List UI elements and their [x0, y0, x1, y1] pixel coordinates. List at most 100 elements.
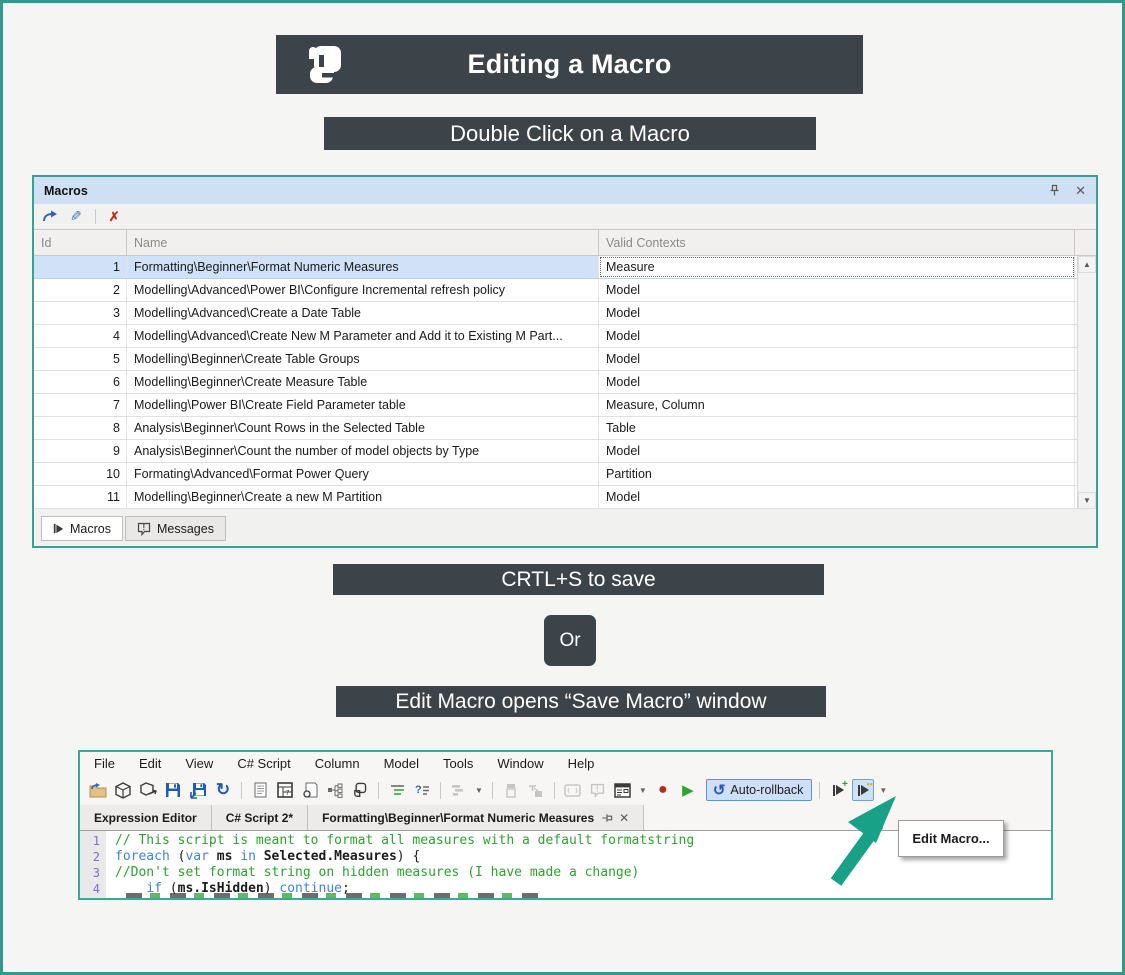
menu-item[interactable]: Window	[485, 752, 555, 775]
cell-valid-contexts: Model	[599, 279, 1075, 301]
deploy-icon[interactable]	[137, 779, 159, 801]
cell-id: 7	[34, 394, 127, 416]
table-row[interactable]: 10 Formating\Advanced\Format Power Query…	[34, 463, 1096, 486]
table-row[interactable]: 2 Modelling\Advanced\Power BI\Configure …	[34, 279, 1096, 302]
cell-name: Analysis\Beginner\Count Rows in the Sele…	[127, 417, 599, 439]
macros-panel-title: Macros	[44, 184, 88, 198]
run-macro-icon[interactable]	[42, 210, 58, 224]
save-icon[interactable]	[162, 779, 184, 801]
macro-play-icon	[54, 524, 63, 533]
table-row[interactable]: 8 Analysis\Beginner\Count Rows in the Se…	[34, 417, 1096, 440]
menu-bar: FileEditViewC# ScriptColumnModelToolsWin…	[80, 752, 1051, 775]
or-badge: Or	[544, 615, 596, 666]
table-row[interactable]: 11 Modelling\Beginner\Create a new M Par…	[34, 486, 1096, 509]
column-header-id[interactable]: Id	[34, 230, 127, 255]
auto-rollback-button[interactable]: ↺ Auto-rollback	[706, 779, 813, 801]
ctrl-s-banner: CRTL+S to save	[333, 564, 824, 595]
cell-id: 11	[34, 486, 127, 508]
cell-id: 3	[34, 302, 127, 324]
watch-window-icon[interactable]	[562, 779, 584, 801]
refresh-icon[interactable]: ↻	[212, 779, 234, 801]
filter-icon[interactable]	[525, 779, 547, 801]
table-row[interactable]: 7 Modelling\Power BI\Create Field Parame…	[34, 394, 1096, 417]
scroll-down-icon[interactable]: ▼	[1078, 492, 1096, 509]
tab-pin-icon[interactable]	[601, 812, 613, 824]
line-number: 1	[80, 833, 106, 849]
save-to-folder-icon[interactable]	[187, 779, 209, 801]
cell-id: 8	[34, 417, 127, 439]
data-grid-icon[interactable]: 7	[274, 779, 296, 801]
translation-icon[interactable]	[500, 779, 522, 801]
close-icon[interactable]: ✕	[1075, 183, 1086, 199]
vertical-scrollbar[interactable]: ▲ ▼	[1077, 256, 1096, 509]
tab-macros[interactable]: Macros	[41, 516, 123, 541]
perspective-icon[interactable]	[448, 779, 470, 801]
cell-id: 2	[34, 279, 127, 301]
edit-macro-banner: Edit Macro opens “Save Macro” window	[336, 686, 826, 717]
play-icon[interactable]: ▶	[677, 779, 699, 801]
line-number: 4	[80, 881, 106, 897]
tabular-editor-window: FileEditViewC# ScriptColumnModelToolsWin…	[78, 750, 1053, 900]
cell-id: 6	[34, 371, 127, 393]
open-file-icon[interactable]	[87, 779, 109, 801]
scroll-up-icon[interactable]: ▲	[1078, 256, 1096, 273]
title-banner: Editing a Macro	[276, 35, 863, 94]
cell-name: Modelling\Advanced\Create a Date Table	[127, 302, 599, 324]
menu-item[interactable]: Tools	[431, 752, 485, 775]
cell-valid-contexts: Partition	[599, 463, 1075, 485]
menu-item[interactable]: View	[173, 752, 225, 775]
cell-valid-contexts: Model	[599, 371, 1075, 393]
tab-csharp-script[interactable]: C# Script 2*	[212, 805, 308, 830]
column-header-valid-contexts[interactable]: Valid Contexts	[599, 230, 1075, 255]
macros-toolbar: ✎ ✗	[34, 204, 1096, 229]
svg-text:?: ?	[415, 784, 422, 796]
tab-messages[interactable]: ! Messages	[125, 516, 226, 541]
menu-item[interactable]: File	[82, 752, 127, 775]
script-document-icon[interactable]	[249, 779, 271, 801]
edit-macro-icon[interactable]: ✎	[70, 208, 82, 225]
table-row[interactable]: 5 Modelling\Beginner\Create Table Groups…	[34, 348, 1096, 371]
menu-item[interactable]: C# Script	[225, 752, 302, 775]
step1-banner: Double Click on a Macro	[324, 117, 816, 150]
table-row[interactable]: 3 Modelling\Advanced\Create a Date Table…	[34, 302, 1096, 325]
macros-bottom-tabs: Macros ! Messages	[34, 513, 1096, 546]
menu-item[interactable]: Model	[372, 752, 431, 775]
line-number: 2	[80, 849, 106, 865]
menu-item[interactable]: Help	[556, 752, 607, 775]
table-row[interactable]: 1 Formatting\Beginner\Format Numeric Mea…	[34, 256, 1096, 279]
cell-name: Modelling\Advanced\Power BI\Configure In…	[127, 279, 599, 301]
options-window-icon[interactable]	[612, 779, 634, 801]
open-from-db-icon[interactable]	[112, 779, 134, 801]
perspective-dropdown-icon[interactable]: ▼	[475, 786, 483, 795]
menu-item[interactable]: Edit	[127, 752, 173, 775]
macro-scroll-icon	[302, 42, 348, 88]
macros-table-body: 1 Formatting\Beginner\Format Numeric Mea…	[34, 256, 1096, 509]
macro-scroll-icon[interactable]	[349, 779, 371, 801]
pin-icon[interactable]	[1048, 184, 1061, 197]
cell-name: Formatting\Beginner\Format Numeric Measu…	[127, 256, 599, 278]
table-row[interactable]: 6 Modelling\Beginner\Create Measure Tabl…	[34, 371, 1096, 394]
record-icon[interactable]: ●	[652, 779, 674, 801]
format-dax-icon[interactable]	[386, 779, 408, 801]
table-row[interactable]: 4 Modelling\Advanced\Create New M Parame…	[34, 325, 1096, 348]
cell-name: Modelling\Advanced\Create New M Paramete…	[127, 325, 599, 347]
cell-name: Modelling\Power BI\Create Field Paramete…	[127, 394, 599, 416]
table-row[interactable]: 9 Analysis\Beginner\Count the number of …	[34, 440, 1096, 463]
tab-macro-script[interactable]: Formatting\Beginner\Format Numeric Measu…	[308, 805, 644, 830]
messages-icon[interactable]: !	[587, 779, 609, 801]
window-dropdown-icon[interactable]: ▼	[639, 786, 647, 795]
new-script-icon[interactable]	[299, 779, 321, 801]
column-header-name[interactable]: Name	[127, 230, 599, 255]
cell-name: Formating\Advanced\Format Power Query	[127, 463, 599, 485]
tab-close-icon[interactable]: ✕	[619, 811, 629, 825]
hierarchy-icon[interactable]	[324, 779, 346, 801]
menu-item[interactable]: Column	[303, 752, 372, 775]
comment-help-icon[interactable]: ?	[411, 779, 433, 801]
delete-macro-icon[interactable]: ✗	[109, 209, 120, 225]
toolbar-separator	[95, 209, 96, 224]
tab-expression-editor[interactable]: Expression Editor	[80, 805, 212, 830]
cell-valid-contexts: Table	[599, 417, 1075, 439]
clipped-code-line	[126, 893, 546, 898]
messages-bubble-icon: !	[137, 522, 151, 536]
cell-id: 10	[34, 463, 127, 485]
